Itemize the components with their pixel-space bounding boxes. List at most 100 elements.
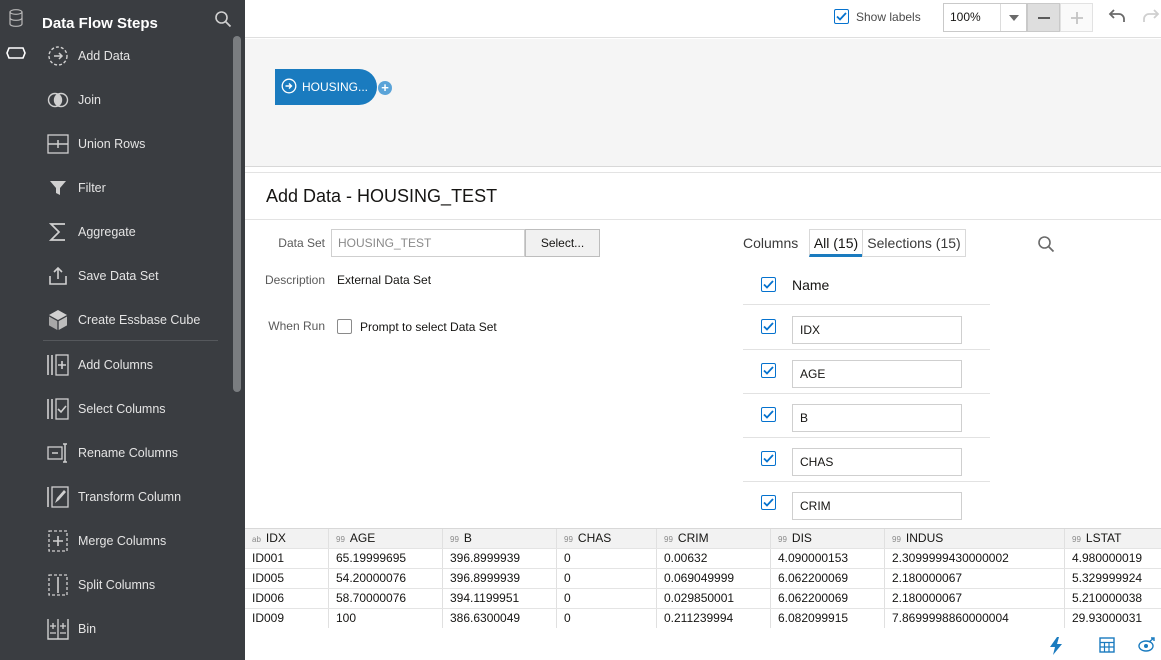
table-cell: 2.3099999430000002: [885, 549, 1065, 568]
column-checkbox[interactable]: [761, 407, 776, 422]
column-header[interactable]: 99 INDUS: [885, 529, 1065, 548]
step-create-essbase-cube[interactable]: Create Essbase Cube: [45, 305, 225, 335]
column-row: AGE: [743, 350, 990, 394]
tab-all[interactable]: All (15): [809, 229, 863, 257]
table-cell: 0.069049999: [657, 569, 771, 588]
union-rows-icon: [45, 131, 71, 157]
step-split-columns[interactable]: Split Columns: [45, 570, 225, 600]
column-name-field[interactable]: CHAS: [792, 448, 962, 476]
plus-icon: [1070, 11, 1083, 24]
column-header[interactable]: 99 CRIM: [657, 529, 771, 548]
table-cell: 0: [557, 589, 657, 608]
zoom-out-button[interactable]: [1027, 3, 1060, 32]
left-rail: [0, 0, 33, 660]
step-filter[interactable]: Filter: [45, 173, 225, 203]
column-checkbox[interactable]: [761, 363, 776, 378]
flow-node-housing[interactable]: HOUSING...: [275, 69, 377, 105]
dataset-field[interactable]: HOUSING_TEST: [331, 229, 525, 257]
redo-icon[interactable]: [1140, 7, 1160, 28]
when-run-label: When Run: [268, 319, 325, 333]
lightning-icon[interactable]: [1048, 637, 1064, 658]
column-row: IDX: [743, 306, 990, 350]
tab-selections[interactable]: Selections (15): [862, 229, 966, 257]
column-name-field[interactable]: IDX: [792, 316, 962, 344]
step-join[interactable]: Join: [45, 85, 225, 115]
step-union-rows[interactable]: Union Rows: [45, 129, 225, 159]
column-name-field[interactable]: CRIM: [792, 492, 962, 520]
database-icon[interactable]: [6, 8, 26, 28]
step-add-columns[interactable]: Add Columns: [45, 350, 225, 380]
zoom-select[interactable]: 100%: [943, 3, 1027, 32]
step-rename-columns[interactable]: Rename Columns: [45, 438, 225, 468]
table-cell: 7.8699998860000004: [885, 609, 1065, 628]
column-name-field[interactable]: AGE: [792, 360, 962, 388]
show-labels-label: Show labels: [856, 9, 921, 24]
step-select-columns[interactable]: Select Columns: [45, 394, 225, 424]
column-row: CHAS: [743, 438, 990, 482]
select-dataset-button[interactable]: Select...: [525, 229, 600, 257]
description-label: Description: [264, 273, 325, 287]
step-add-data[interactable]: Add Data: [45, 41, 225, 71]
search-icon[interactable]: [1037, 235, 1055, 256]
table-cell: 394.1199951: [443, 589, 557, 608]
column-header[interactable]: 99 B: [443, 529, 557, 548]
step-label: Select Columns: [78, 402, 166, 416]
column-name-field[interactable]: B: [792, 404, 962, 432]
table-cell: 4.090000153: [771, 549, 885, 568]
add-step-icon[interactable]: +: [378, 81, 392, 95]
column-checkbox[interactable]: [761, 319, 776, 334]
select-all-checkbox[interactable]: [761, 277, 776, 292]
prompt-dataset-checkbox[interactable]: [337, 319, 352, 334]
table-cell: 29.93000031: [1072, 611, 1143, 625]
panel-divider[interactable]: [245, 168, 1161, 173]
column-checkbox[interactable]: [761, 451, 776, 466]
steps-divider: [43, 340, 218, 341]
column-checkbox[interactable]: [761, 495, 776, 510]
step-aggregate[interactable]: Aggregate: [45, 217, 225, 247]
table-cell: ID006: [245, 589, 329, 608]
table-row: ID009 100 386.6300049 0 0.211239994 6.08…: [245, 609, 1161, 629]
table-cell: 0: [557, 609, 657, 628]
table-icon[interactable]: [1099, 637, 1115, 656]
undo-icon[interactable]: [1108, 7, 1128, 28]
column-header[interactable]: 99 LSTAT: [1065, 529, 1161, 548]
table-row: ID001 65.19999695 396.8999939 0 0.00632 …: [245, 549, 1161, 569]
steps-scrollbar[interactable]: [233, 36, 241, 392]
zoom-in-button[interactable]: [1060, 3, 1093, 32]
data-preview-table: ab IDX 99 AGE 99 B 99 CHAS 99 CRIM 99 DIS 99 IN…: [245, 528, 1161, 629]
step-save-data-set[interactable]: Save Data Set: [45, 261, 225, 291]
prompt-dataset-toggle[interactable]: Prompt to select Data Set: [337, 319, 497, 334]
step-label: Filter: [78, 181, 106, 195]
table-cell: 5.329999924: [1072, 571, 1143, 585]
column-header[interactable]: 99 CHAS: [557, 529, 657, 548]
prompt-dataset-label: Prompt to select Data Set: [360, 319, 497, 334]
table-cell: ID009: [245, 609, 329, 628]
column-header[interactable]: 99 AGE: [329, 529, 443, 548]
show-labels-checkbox[interactable]: [834, 9, 849, 24]
step-bin[interactable]: Bin: [45, 614, 225, 644]
table-cell: 5.210000038: [1072, 591, 1143, 605]
search-icon[interactable]: [214, 10, 232, 28]
detail-title: Add Data - HOUSING_TEST: [266, 186, 498, 206]
step-transform-column[interactable]: Transform Column: [45, 482, 225, 512]
step-label: Bin: [78, 622, 97, 636]
data-flow-icon[interactable]: [6, 43, 26, 63]
column-header[interactable]: 99 DIS: [771, 529, 885, 548]
table-cell: 100: [329, 609, 443, 628]
table-header-row: ab IDX 99 AGE 99 B 99 CHAS 99 CRIM 99 DIS 99 IN…: [245, 529, 1161, 549]
save-data-set-icon: [45, 263, 71, 289]
split-columns-icon: [45, 572, 71, 598]
step-label: Union Rows: [78, 137, 146, 151]
chevron-down-icon[interactable]: [1000, 4, 1026, 31]
table-cell: 0.029850001: [657, 589, 771, 608]
step-merge-columns[interactable]: Merge Columns: [45, 526, 225, 556]
join-icon: [45, 87, 71, 113]
flow-canvas[interactable]: HOUSING... +: [245, 39, 1161, 167]
column-header[interactable]: ab IDX: [245, 529, 329, 548]
show-labels-toggle[interactable]: Show labels: [834, 9, 921, 24]
preview-icon[interactable]: [1138, 637, 1156, 656]
select-columns-icon: [45, 396, 71, 422]
table-cell: 0.211239994: [657, 609, 771, 628]
table-cell: 396.8999939: [443, 549, 557, 568]
step-label: Split Columns: [78, 578, 156, 592]
